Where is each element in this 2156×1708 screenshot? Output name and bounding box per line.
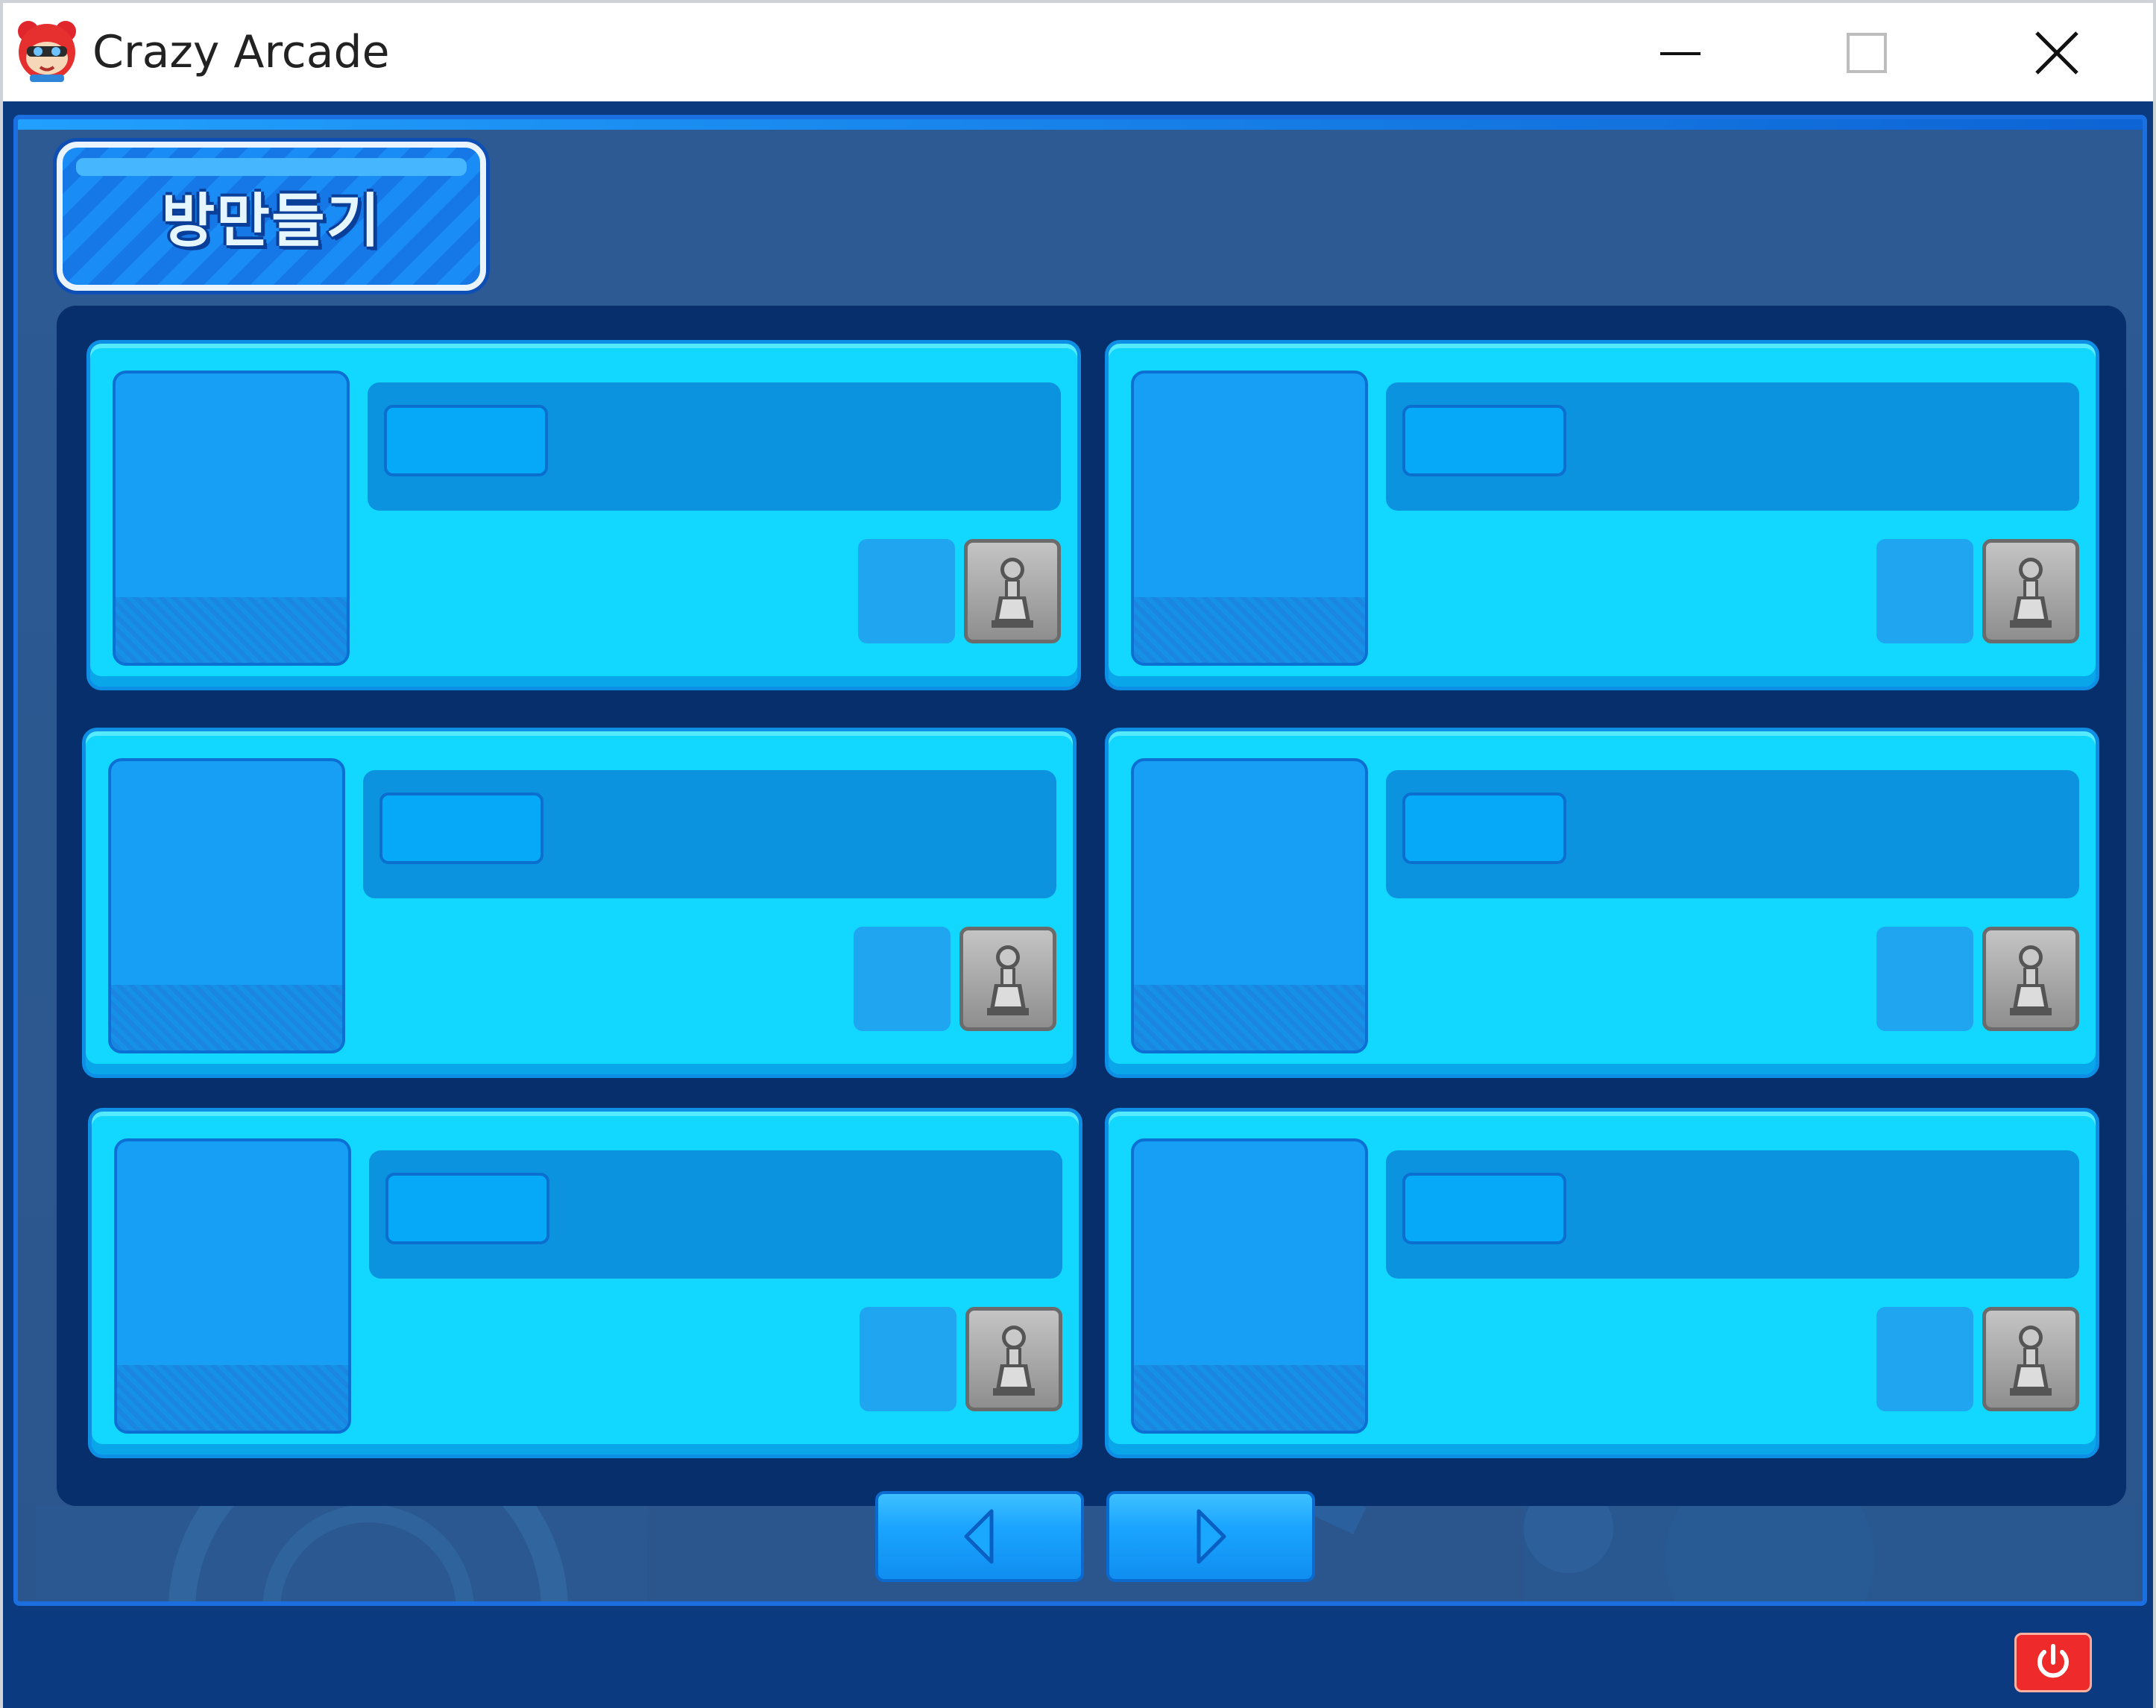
room-title-bar bbox=[1386, 770, 2079, 898]
thumbnail-footer bbox=[116, 597, 347, 663]
create-room-label: 방만들기 bbox=[161, 188, 382, 255]
room-number bbox=[1402, 1173, 1566, 1244]
room-card-4[interactable] bbox=[1105, 728, 2099, 1078]
room-card-2[interactable] bbox=[1105, 340, 2099, 690]
thumbnail-footer bbox=[111, 985, 342, 1050]
maximize-button[interactable] bbox=[1822, 19, 1911, 86]
room-number bbox=[385, 1173, 549, 1244]
title-bar[interactable]: Crazy Arcade bbox=[3, 3, 2153, 101]
room-map-thumbnail bbox=[108, 758, 345, 1053]
room-mode-slot bbox=[1876, 927, 1973, 1031]
room-mode-slot bbox=[858, 539, 955, 643]
room-title-bar bbox=[1386, 1150, 2079, 1279]
thumbnail-footer bbox=[1134, 1365, 1365, 1431]
room-mode-slot bbox=[854, 927, 951, 1031]
next-page-button[interactable] bbox=[1106, 1491, 1315, 1582]
room-number bbox=[1402, 792, 1566, 864]
room-map-thumbnail bbox=[1131, 758, 1368, 1053]
lock-icon bbox=[2010, 945, 2052, 1015]
lock-icon bbox=[993, 1326, 1035, 1396]
create-room-button[interactable]: 방만들기 bbox=[57, 142, 486, 291]
power-icon bbox=[2037, 1644, 2069, 1678]
room-map-thumbnail bbox=[114, 1138, 351, 1434]
room-card-3[interactable] bbox=[82, 728, 1077, 1078]
bottom-bar bbox=[3, 1619, 2153, 1708]
thumbnail-footer bbox=[1134, 597, 1365, 663]
thumbnail-footer bbox=[1134, 985, 1365, 1050]
room-title-bar bbox=[368, 382, 1061, 511]
room-map-thumbnail bbox=[1131, 1138, 1368, 1434]
button-highlight bbox=[76, 158, 467, 176]
room-lock bbox=[959, 927, 1056, 1031]
room-number bbox=[379, 792, 543, 864]
room-map-thumbnail bbox=[113, 371, 350, 666]
lock-icon bbox=[992, 558, 1033, 628]
room-title-bar bbox=[363, 770, 1056, 898]
previous-page-button[interactable] bbox=[875, 1491, 1084, 1582]
room-number bbox=[384, 405, 548, 476]
lock-icon bbox=[987, 945, 1029, 1015]
minimize-icon bbox=[1660, 52, 1700, 55]
room-lock bbox=[965, 1307, 1062, 1411]
app-bear-icon bbox=[13, 18, 81, 85]
arrow-right-icon bbox=[1197, 1509, 1226, 1564]
room-title-bar bbox=[1386, 382, 2079, 511]
room-map-thumbnail bbox=[1131, 371, 1368, 666]
room-mode-slot bbox=[1876, 539, 1973, 643]
close-button[interactable] bbox=[2012, 19, 2102, 86]
room-lock bbox=[964, 539, 1061, 643]
room-lock bbox=[1982, 539, 2079, 643]
room-mode-slot bbox=[860, 1307, 956, 1411]
room-lock bbox=[1982, 927, 2079, 1031]
maximize-icon bbox=[1847, 33, 1887, 73]
lock-icon bbox=[2010, 558, 2052, 628]
window-title: Crazy Arcade bbox=[92, 26, 390, 78]
room-mode-slot bbox=[1876, 1307, 1973, 1411]
app-window: Crazy Arcade 방만들기 bbox=[0, 0, 2156, 1708]
minimize-button[interactable] bbox=[1636, 19, 1725, 86]
lobby-screen: 방만들기 bbox=[13, 115, 2147, 1606]
room-card-1[interactable] bbox=[86, 340, 1081, 690]
close-icon bbox=[2035, 31, 2078, 75]
room-card-5[interactable] bbox=[88, 1108, 1082, 1458]
room-list-panel bbox=[57, 306, 2126, 1506]
arrow-left-icon bbox=[964, 1509, 994, 1564]
lock-icon bbox=[2010, 1326, 2052, 1396]
room-lock bbox=[1982, 1307, 2079, 1411]
room-card-6[interactable] bbox=[1105, 1108, 2099, 1458]
exit-button[interactable] bbox=[2014, 1633, 2092, 1692]
room-title-bar bbox=[369, 1150, 1062, 1279]
room-number bbox=[1402, 405, 1566, 476]
thumbnail-footer bbox=[117, 1365, 348, 1431]
